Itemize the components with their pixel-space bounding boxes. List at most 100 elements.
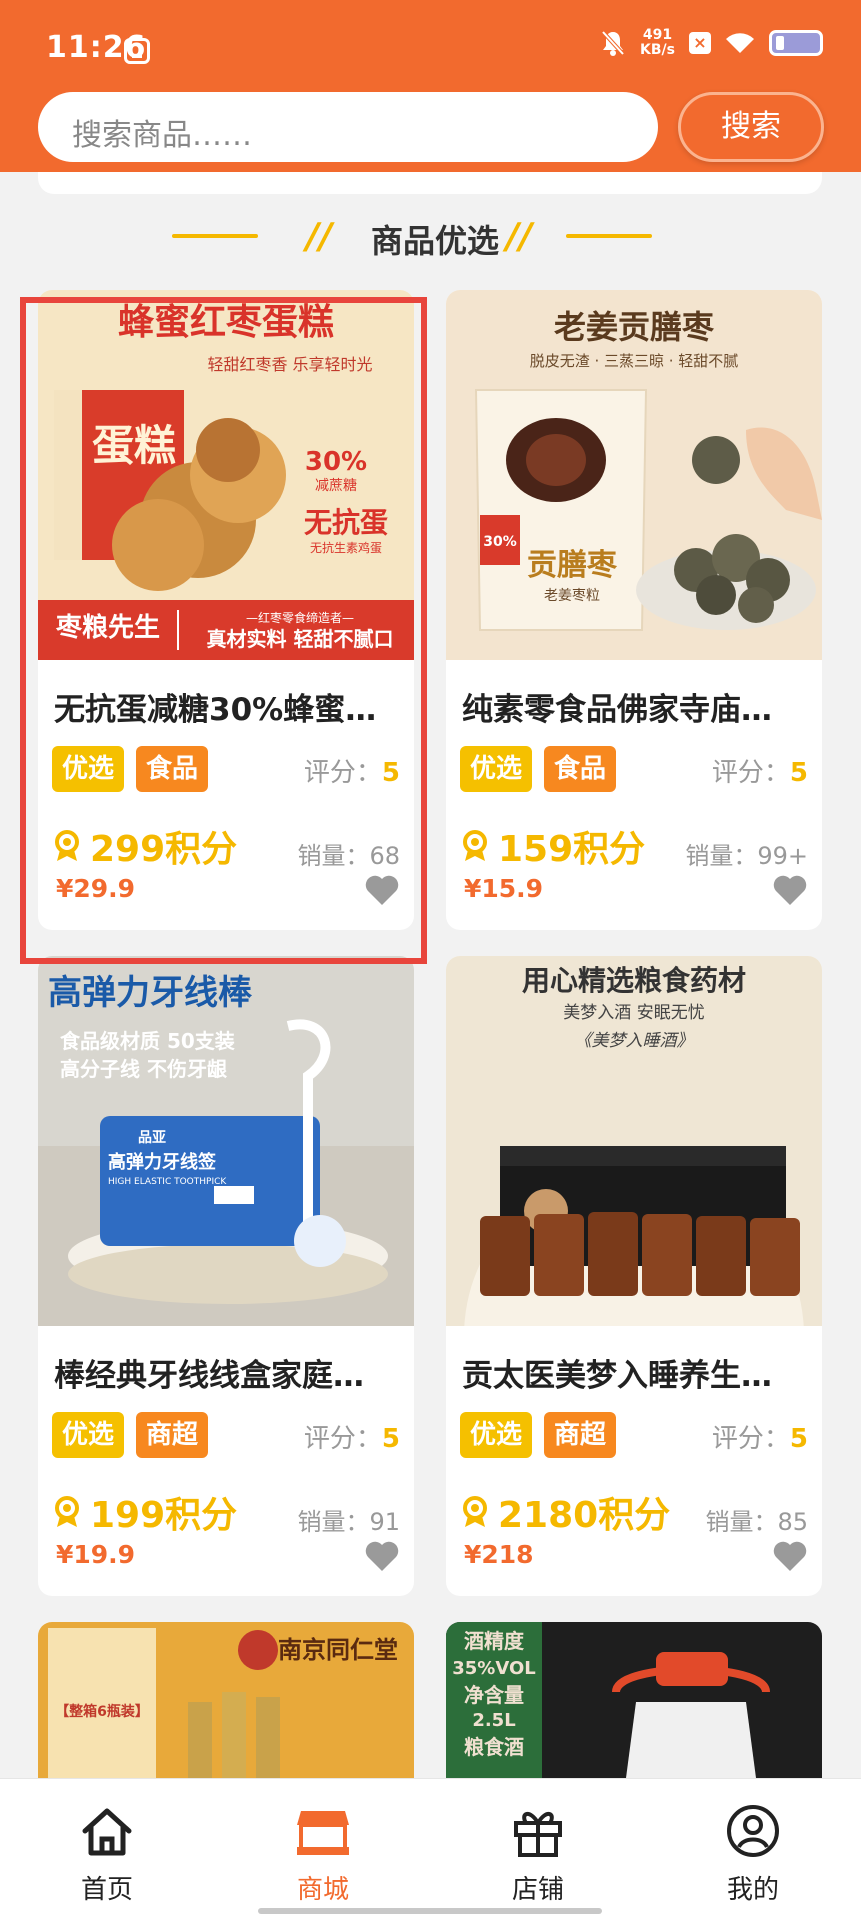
status-icons: 491 KB/s × xyxy=(600,28,823,58)
image-headline: 用心精选粮食药材 xyxy=(522,964,746,997)
cash-price: ¥15.9 xyxy=(464,874,544,903)
speed-unit: KB/s xyxy=(640,42,675,58)
bottom-nav: 首页 商城 店铺 我的 xyxy=(0,1778,861,1920)
product-title[interactable]: 棒经典牙线线盒家庭… xyxy=(54,1350,404,1395)
box-brand: 品亚 xyxy=(138,1130,166,1146)
product-title[interactable]: 纯素零食品佛家寺庙… xyxy=(462,684,812,729)
rating-label: 评分： xyxy=(711,758,790,788)
product-image: 酒精度 35%VOL 净含量 2.5L 粮食酒 xyxy=(446,1622,822,1778)
tag-category: 食品 xyxy=(136,746,209,792)
cash-price: ¥29.9 xyxy=(56,874,136,903)
section-line-right xyxy=(566,234,652,238)
rating: 评分：5 xyxy=(304,752,400,789)
product-card[interactable]: 高弹力牙线棒 食品级材质 50支装 高分子线 不伤牙龈 品亚 高弹力牙线签 HI… xyxy=(38,956,414,1596)
image-claim: 无抗蛋 xyxy=(304,506,388,539)
points-value: 159积分 xyxy=(498,829,646,870)
nav-mall[interactable]: 商城 xyxy=(263,1803,383,1906)
notification-app-icon xyxy=(124,38,150,64)
product-image: 【整箱6瓶装】 南京同仁堂 xyxy=(38,1622,414,1778)
nav-store-label: 店铺 xyxy=(511,1875,564,1905)
nav-home[interactable]: 首页 xyxy=(47,1803,167,1906)
sales: 销量：68 xyxy=(297,836,400,871)
favorite-heart-icon[interactable] xyxy=(772,1540,808,1572)
section-header: // 商品优选 // xyxy=(0,210,861,260)
rating: 评分：5 xyxy=(304,1418,400,1455)
bag-text: 贡膳枣 xyxy=(527,548,618,583)
sales: 销量：99+ xyxy=(685,836,808,871)
product-image: 老姜贡膳枣 脱皮无渣 · 三蒸三晾 · 轻甜不腻 30% 贡膳枣 老姜枣粒 xyxy=(446,290,822,660)
slogan: 真材实料 轻甜不腻口 xyxy=(207,627,394,651)
search-input[interactable]: 搜索商品…… xyxy=(38,92,658,162)
product-title[interactable]: 贡太医美梦入睡养生… xyxy=(462,1350,812,1395)
rating-label: 评分： xyxy=(303,758,382,788)
top-header: 11:26 491 KB/s × 搜索商品…… 搜索 xyxy=(0,0,861,172)
image-subline: 脱皮无渣 · 三蒸三晾 · 轻甜不腻 xyxy=(530,352,739,370)
partial-line-5: 粮食酒 xyxy=(464,1735,524,1759)
battery-icon xyxy=(769,30,823,56)
rating: 评分：5 xyxy=(712,752,808,789)
rating-label: 评分： xyxy=(711,1424,790,1454)
favorite-heart-icon[interactable] xyxy=(364,874,400,906)
brand-name: 南京同仁堂 xyxy=(278,1636,398,1664)
user-icon xyxy=(727,1805,779,1857)
medal-icon xyxy=(55,830,79,861)
image-line2: 《美梦入睡酒》 xyxy=(575,1031,694,1051)
favorite-heart-icon[interactable] xyxy=(364,1540,400,1572)
favorite-heart-icon[interactable] xyxy=(772,874,808,906)
partial-line-4: 2.5L xyxy=(472,1710,515,1731)
rating-value: 5 xyxy=(381,758,400,788)
product-image: 蜂蜜红枣蛋糕 轻甜红枣香 乐享轻时光 蛋糕 30% 减蔗糖 无抗蛋 无抗生素鸡蛋… xyxy=(38,290,414,660)
cash-price: ¥218 xyxy=(464,1540,534,1569)
gift-icon xyxy=(514,1812,562,1857)
image-headline: 蜂蜜红枣蛋糕 xyxy=(118,302,334,343)
product-card[interactable]: 蜂蜜红枣蛋糕 轻甜红枣香 乐享轻时光 蛋糕 30% 减蔗糖 无抗蛋 无抗生素鸡蛋… xyxy=(38,290,414,930)
partial-line-2: 35%VOL xyxy=(452,1658,535,1679)
nav-store[interactable]: 店铺 xyxy=(478,1803,598,1906)
gesture-bar xyxy=(258,1908,602,1914)
image-line1: 美梦入酒 安眠无忧 xyxy=(563,1003,704,1023)
nav-me-label: 我的 xyxy=(726,1875,779,1905)
sales-value: 91 xyxy=(369,1508,400,1536)
product-card[interactable]: 老姜贡膳枣 脱皮无渣 · 三蒸三晾 · 轻甜不腻 30% 贡膳枣 老姜枣粒 纯素… xyxy=(446,290,822,930)
product-card[interactable]: 用心精选粮食药材 美梦入酒 安眠无忧 《美梦入睡酒》 贡太医美梦入睡养生… 优选… xyxy=(446,956,822,1596)
sales-label: 销量： xyxy=(297,1508,370,1536)
product-title[interactable]: 无抗蛋减糖30%蜂蜜… xyxy=(54,684,404,729)
cash-price: ¥19.9 xyxy=(56,1540,136,1569)
tag-category: 食品 xyxy=(544,746,617,792)
rating-value: 5 xyxy=(789,1424,808,1454)
section-title: 商品优选 xyxy=(370,222,499,260)
box-label: 【整箱6瓶装】 xyxy=(55,1703,149,1720)
shop-icon xyxy=(297,1811,349,1855)
box-text: 蛋糕 xyxy=(92,421,176,470)
medal-icon xyxy=(55,1496,79,1527)
product-card-partial[interactable]: 酒精度 35%VOL 净含量 2.5L 粮食酒 xyxy=(446,1622,822,1778)
tag-featured: 优选 xyxy=(460,1412,533,1458)
search-button[interactable]: 搜索 xyxy=(678,92,824,162)
points-price: 159积分 xyxy=(462,820,645,872)
partial-line-1: 酒精度 xyxy=(464,1629,525,1653)
partial-line-3: 净含量 xyxy=(464,1683,524,1707)
mute-bell-icon xyxy=(601,30,625,56)
sim-off-icon: × xyxy=(689,32,711,54)
nav-me[interactable]: 我的 xyxy=(693,1803,813,1906)
tag-featured: 优选 xyxy=(460,746,533,792)
image-headline: 老姜贡膳枣 xyxy=(554,308,715,346)
product-card-partial[interactable]: 【整箱6瓶装】 南京同仁堂 xyxy=(38,1622,414,1778)
product-image: 高弹力牙线棒 食品级材质 50支装 高分子线 不伤牙龈 品亚 高弹力牙线签 HI… xyxy=(38,956,414,1326)
medal-icon xyxy=(463,1496,487,1527)
medal-icon xyxy=(463,830,487,861)
tag-featured: 优选 xyxy=(52,746,125,792)
section-slash-right: // xyxy=(506,216,533,257)
search-placeholder: 搜索商品…… xyxy=(72,118,252,153)
points-value: 199积分 xyxy=(90,1495,238,1536)
points-value: 299积分 xyxy=(90,829,238,870)
sales: 销量：85 xyxy=(705,1502,808,1537)
bag-sub: 老姜枣粒 xyxy=(544,588,600,604)
tag-category: 商超 xyxy=(136,1412,209,1458)
box-title: 高弹力牙线签 xyxy=(108,1151,217,1173)
tag-featured: 优选 xyxy=(52,1412,125,1458)
nav-mall-label: 商城 xyxy=(296,1875,349,1905)
badge-text: 减蔗糖 xyxy=(315,478,357,494)
section-line-left xyxy=(172,234,258,238)
home-icon xyxy=(82,1808,132,1856)
